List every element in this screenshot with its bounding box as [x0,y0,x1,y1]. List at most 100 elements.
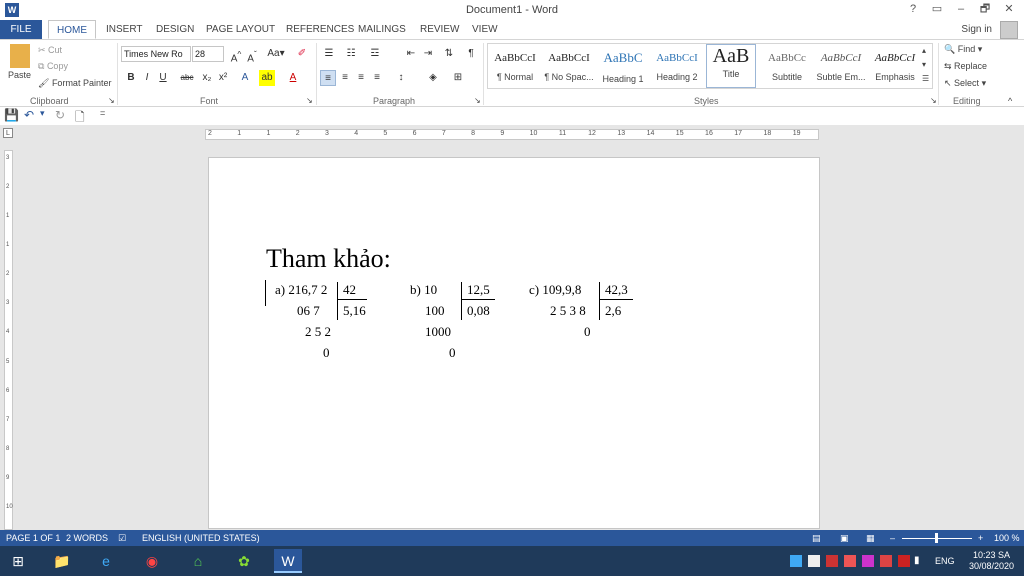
find-button[interactable]: 🔍 Find ▾ [944,44,982,55]
sign-in-link[interactable]: Sign in [961,24,992,35]
restore-button[interactable]: 🗗 [974,1,996,17]
document-page[interactable]: Tham khảo: a) 216,7 2 42 06 7 5,16 2 5 2… [208,157,820,529]
input-language[interactable]: ENG [935,556,955,566]
font-name-dropdown[interactable]: Times New Ro [121,46,191,62]
close-button[interactable]: ✕ [998,1,1020,17]
cut-button[interactable]: ✂ Cut [38,45,62,56]
tab-review[interactable]: REVIEW [412,20,467,39]
sort-icon[interactable]: ⇅ [441,46,457,62]
line-spacing-icon[interactable]: ↕ [393,70,409,86]
change-case-icon[interactable]: Aa▾ [264,46,288,62]
undo-icon[interactable]: ↶ [24,108,34,122]
show-formatting-icon[interactable]: ¶ [463,46,479,62]
strikethrough-icon[interactable]: abc [177,70,197,86]
style-title[interactable]: AaB Title [706,44,756,88]
paste-icon[interactable] [10,44,30,68]
tray-icon[interactable] [862,555,874,567]
app-icon-green[interactable]: ⌂ [184,549,212,573]
app-icon-lime[interactable]: ✿ [230,549,258,573]
style-heading-1[interactable]: AaBbC Heading 1 [596,44,650,88]
justify-icon[interactable]: ≡ [369,70,385,86]
help-button[interactable]: ? [902,1,924,17]
zoom-out-icon[interactable]: – [890,533,895,543]
multilevel-list-icon[interactable]: ☲ [367,46,383,62]
font-color-icon[interactable]: A [285,70,301,86]
decrease-indent-icon[interactable]: ⇤ [403,46,419,62]
borders-icon[interactable]: ⊞ [450,70,466,86]
ribbon-display-button[interactable]: ▭ [926,1,948,17]
vertical-ruler[interactable]: 3 2 1 1 2 3 4 5 6 7 8 9 10 [4,150,13,530]
increase-indent-icon[interactable]: ⇥ [420,46,436,62]
tab-mailings[interactable]: MAILINGS [350,20,414,39]
save-icon[interactable]: 💾 [4,108,19,122]
font-size-dropdown[interactable]: 28 [192,46,224,62]
select-button[interactable]: ↖ Select ▾ [944,78,986,89]
superscript-icon[interactable]: x² [215,70,231,86]
replace-button[interactable]: ⇆ Replace [944,61,987,72]
align-center-icon[interactable]: ≡ [337,70,353,86]
zoom-in-icon[interactable]: + [978,533,983,543]
copy-button[interactable]: ⧉ Copy [38,61,68,72]
paragraph-launcher-icon[interactable]: ↘ [474,96,481,105]
paste-button[interactable]: Paste [8,70,31,80]
style-heading-2[interactable]: AaBbCcI Heading 2 [650,44,704,88]
file-explorer-icon[interactable]: 📁 [48,549,76,573]
underline-icon[interactable]: U [155,70,171,86]
align-right-icon[interactable]: ≡ [353,70,369,86]
redo-icon[interactable]: ↻ [55,108,65,122]
tab-home[interactable]: HOME [48,20,96,39]
customize-qat-icon[interactable]: = [100,108,105,118]
style-subtle-emphasis[interactable]: AaBbCcI Subtle Em... [814,44,868,88]
styles-launcher-icon[interactable]: ↘ [930,96,937,105]
align-left-icon[interactable]: ≡ [320,70,336,86]
minimize-button[interactable]: – [950,1,972,17]
grow-font-icon[interactable]: A^ [228,46,244,64]
bold-icon[interactable]: B [123,70,139,86]
tray-icon[interactable] [844,555,856,567]
format-painter-button[interactable]: 🖌 Format Painter [38,78,111,89]
page-count[interactable]: PAGE 1 OF 1 [6,533,60,543]
style-normal[interactable]: AaBbCcI ¶ Normal [488,44,542,88]
web-layout-icon[interactable]: ▦ [866,533,875,544]
numbering-icon[interactable]: ☷ [343,46,359,62]
tray-icon[interactable] [880,555,892,567]
font-launcher-icon[interactable]: ↘ [306,96,313,105]
subscript-icon[interactable]: x₂ [199,70,215,86]
clipboard-launcher-icon[interactable]: ↘ [108,96,115,105]
tray-icon[interactable] [898,555,910,567]
style-subtitle[interactable]: AaBbCc Subtitle [760,44,814,88]
zoom-level[interactable]: 100 % [994,533,1020,543]
read-mode-icon[interactable]: ▤ [812,533,821,544]
tab-design[interactable]: DESIGN [148,20,202,39]
tab-file[interactable]: FILE [0,20,42,39]
shrink-font-icon[interactable]: Aˇ [244,46,260,64]
zoom-slider-thumb[interactable] [935,533,938,543]
collapse-ribbon-icon[interactable]: ^ [1008,96,1012,106]
tab-view[interactable]: VIEW [464,20,506,39]
network-icon[interactable]: ▮ [914,555,926,567]
windows-start-icon[interactable]: ⊞ [4,549,32,573]
tab-insert[interactable]: INSERT [98,20,151,39]
styles-more-icon[interactable]: ☰ [922,74,929,83]
shading-icon[interactable]: ◈ [425,70,441,86]
horizontal-ruler[interactable]: 2 1 1 2 3 4 5 6 7 8 9 10 11 12 13 14 15 16 17 18 19 [205,129,819,140]
tab-page-layout[interactable]: PAGE LAYOUT [198,20,283,39]
styles-scroll-up-icon[interactable]: ▴ [922,46,926,55]
undo-dropdown-icon[interactable]: ▾ [40,108,45,119]
clear-formatting-icon[interactable]: ✐ [294,46,310,62]
word-count[interactable]: 2 WORDS [66,533,108,543]
styles-scroll-down-icon[interactable]: ▾ [922,60,926,69]
tray-icon[interactable] [808,555,820,567]
clock[interactable]: 10:23 SA 30/08/2020 [969,550,1014,572]
bullets-icon[interactable]: ☰ [321,46,337,62]
internet-explorer-icon[interactable]: e [92,549,120,573]
tray-icon[interactable] [790,555,802,567]
print-layout-icon[interactable]: ▣ [840,533,849,544]
language-status[interactable]: ENGLISH (UNITED STATES) [142,533,260,543]
proofing-icon[interactable]: ☑ [118,533,126,544]
word-taskbar-icon[interactable]: W [274,549,302,573]
tab-selector-icon[interactable]: L [3,128,13,138]
style-no-spacing[interactable]: AaBbCcI ¶ No Spac... [542,44,596,88]
tray-icon[interactable] [826,555,838,567]
highlight-icon[interactable]: ab [259,70,275,86]
